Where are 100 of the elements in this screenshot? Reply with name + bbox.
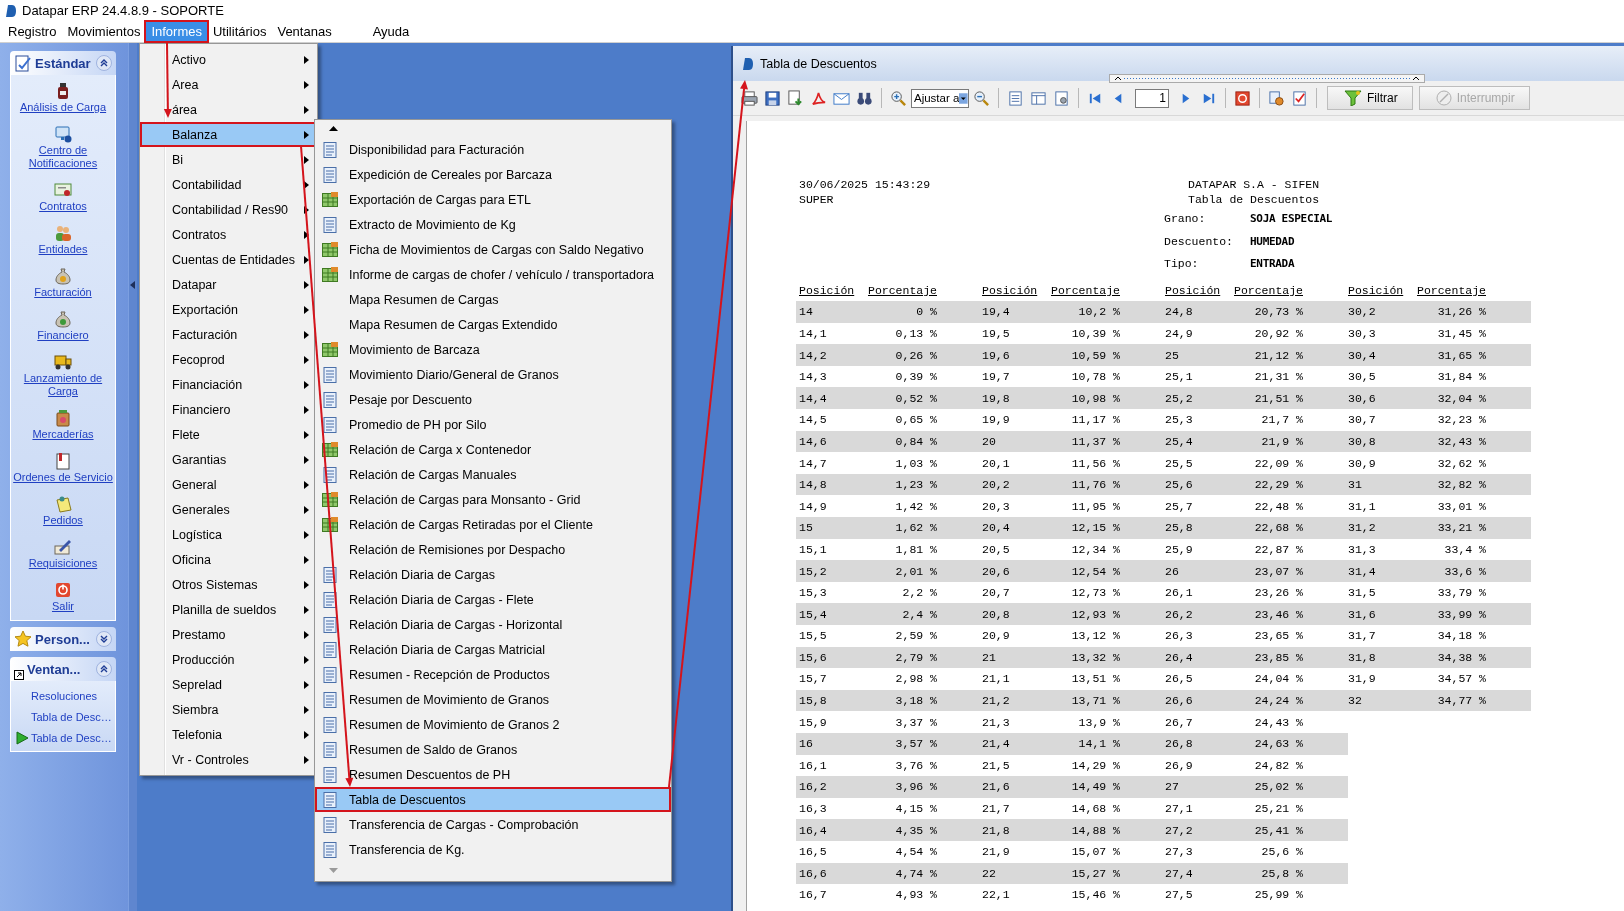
menu-item[interactable]: Datapar — [140, 272, 317, 297]
menu-item[interactable]: Expedición de Cereales por Barcaza — [315, 162, 671, 187]
menu-item[interactable]: Area — [140, 72, 317, 97]
toolbar-collapse-handle[interactable] — [1109, 74, 1425, 83]
shortcut-link[interactable]: Pedidos — [43, 514, 83, 527]
menu-item[interactable]: Pesaje por Descuento — [315, 387, 671, 412]
menu-item[interactable]: Contabilidad — [140, 172, 317, 197]
menu-item[interactable]: Exportación de Cargas para ETL — [315, 187, 671, 212]
menu-item[interactable]: Cuentas de Entidades — [140, 247, 317, 272]
pen-icon[interactable] — [54, 538, 72, 556]
shortcut-link[interactable]: Lanzamiento de Carga — [11, 372, 115, 398]
menu-bar-item[interactable]: Ayuda — [367, 22, 415, 41]
menu-item[interactable]: Relación de Cargas Retiradas por el Cliente — [315, 512, 671, 537]
menu-bar-item[interactable]: Movimientos — [62, 22, 146, 41]
shortcut-link[interactable]: Análisis de Carga — [19, 101, 107, 114]
menu-item[interactable]: Otros Sistemas — [140, 572, 317, 597]
menu-item[interactable]: Resumen de Movimiento de Granos — [315, 687, 671, 712]
menu-item[interactable]: Financiación — [140, 372, 317, 397]
menu-item[interactable]: Activo — [140, 47, 317, 72]
scroll-up-icon[interactable] — [329, 126, 338, 131]
shortcut-link[interactable]: Contratos — [39, 200, 87, 213]
menu-item[interactable]: Relación Diaria de Cargas - Flete — [315, 587, 671, 612]
menu-item[interactable]: Extracto de Movimiento de Kg — [315, 212, 671, 237]
menu-item[interactable]: Relación de Carga x Contenedor — [315, 437, 671, 462]
people-icon[interactable] — [54, 224, 72, 242]
menu-item[interactable]: Balanza — [140, 122, 317, 147]
document-icon[interactable] — [54, 452, 72, 470]
menu-item[interactable]: Producción — [140, 647, 317, 672]
scroll-down-icon[interactable] — [329, 868, 338, 873]
bag-icon[interactable] — [54, 409, 72, 427]
note-icon[interactable] — [54, 495, 72, 513]
power-icon[interactable] — [54, 581, 72, 599]
menu-item[interactable]: Disponibilidad para Facturación — [315, 137, 671, 162]
money-bag-icon[interactable] — [54, 267, 72, 285]
menu-bar-item[interactable]: Registro — [3, 22, 62, 41]
menu-item[interactable]: Fecoprod — [140, 347, 317, 372]
money-bag-icon[interactable] — [54, 310, 72, 328]
menu-item[interactable]: Contabilidad / Res90 — [140, 197, 317, 222]
menu-item[interactable]: Relación Diaria de Cargas — [315, 562, 671, 587]
certificate-icon[interactable] — [54, 181, 72, 199]
menu-item[interactable]: Oficina — [140, 547, 317, 572]
menu-item[interactable]: Mapa Resumen de Cargas Extendido — [315, 312, 671, 337]
menu-item[interactable]: Resumen Descuentos de PH — [315, 762, 671, 787]
menu-item[interactable]: Prestamo — [140, 622, 317, 647]
menu-item[interactable]: Generales — [140, 497, 317, 522]
monitor-icon[interactable] — [54, 125, 72, 143]
menu-item[interactable]: Contratos — [140, 222, 317, 247]
menu-item[interactable]: Relación de Remisiones por Despacho — [315, 537, 671, 562]
shortcut-link[interactable]: Facturación — [34, 286, 92, 299]
menu-item[interactable]: Resumen de Saldo de Granos — [315, 737, 671, 762]
menu-item[interactable]: Exportación — [140, 297, 317, 322]
menu-item[interactable]: Flete — [140, 422, 317, 447]
expand-icon[interactable] — [96, 631, 112, 647]
menu-item[interactable]: Resumen - Recepción de Productos — [315, 662, 671, 687]
menu-item[interactable]: Vr - Controles — [140, 747, 317, 772]
menu-item[interactable]: Facturación — [140, 322, 317, 347]
panel-header[interactable]: Ventan... — [10, 657, 116, 681]
panel-header[interactable]: Estándar — [10, 51, 116, 75]
menu-item[interactable]: Relación de Cargas Manuales — [315, 462, 671, 487]
filter-button[interactable]: Filtrar — [1327, 86, 1413, 110]
menu-item[interactable]: Movimiento Diario/General de Granos — [315, 362, 671, 387]
shortcut-link[interactable]: Centro de Notificaciones — [11, 144, 115, 170]
collapse-arrow-icon[interactable] — [130, 281, 135, 289]
zoom-dropdown[interactable]: Ajustar a — [911, 88, 969, 108]
panel-header[interactable]: Person... — [10, 627, 116, 651]
menu-item[interactable]: General — [140, 472, 317, 497]
menu-item[interactable]: Relación Diaria de Cargas Matricial — [315, 637, 671, 662]
menu-item[interactable]: Ficha de Movimientos de Cargas con Saldo Negativo — [315, 237, 671, 262]
collapse-icon[interactable] — [96, 55, 112, 71]
page-number-field[interactable]: 1 — [1135, 88, 1169, 108]
menu-item[interactable]: Transferencia de Cargas - Comprobación — [315, 812, 671, 837]
menu-item[interactable]: Seprelad — [140, 672, 317, 697]
menu-item[interactable]: Informe de cargas de chofer / vehículo / transportadora — [315, 262, 671, 287]
menu-item[interactable]: Logística — [140, 522, 317, 547]
window-link[interactable]: Resoluciones — [11, 689, 115, 703]
menu-item[interactable]: Resumen de Movimiento de Granos 2 — [315, 712, 671, 737]
shortcut-link[interactable]: Entidades — [38, 243, 88, 256]
menu-item[interactable]: Transferencia de Kg. — [315, 837, 671, 862]
menu-item[interactable]: Mapa Resumen de Cargas — [315, 287, 671, 312]
shortcut-link[interactable]: Mercaderías — [32, 428, 94, 441]
menu-item[interactable]: Promedio de PH por Silo — [315, 412, 671, 437]
menu-item[interactable]: Garantias — [140, 447, 317, 472]
menu-item[interactable]: Telefonia — [140, 722, 317, 747]
shortcut-link[interactable]: Requisiciones — [28, 557, 98, 570]
window-link[interactable]: Tabla de Desc… — [11, 710, 115, 724]
menu-item[interactable]: Bi — [140, 147, 317, 172]
menu-item[interactable]: Relación de Cargas para Monsanto - Grid — [315, 487, 671, 512]
truck-icon[interactable] — [54, 353, 72, 371]
window-link[interactable]: Tabla de Desc… — [11, 731, 115, 745]
menu-item[interactable]: Movimiento de Barcaza — [315, 337, 671, 362]
menu-item[interactable]: Tabla de Descuentos — [315, 787, 671, 812]
shortcut-link[interactable]: Ordenes de Servicio — [13, 471, 113, 484]
shortcut-link[interactable]: Financiero — [37, 329, 89, 342]
shortcut-link[interactable]: Salir — [52, 600, 74, 613]
menu-item[interactable]: Siembra — [140, 697, 317, 722]
menu-item[interactable]: Financiero — [140, 397, 317, 422]
menu-item[interactable]: área — [140, 97, 317, 122]
menu-bar-item[interactable]: Utilitários — [207, 22, 272, 41]
menu-bar-item[interactable]: Ventanas — [272, 22, 337, 41]
menu-item[interactable]: Planilla de sueldos — [140, 597, 317, 622]
